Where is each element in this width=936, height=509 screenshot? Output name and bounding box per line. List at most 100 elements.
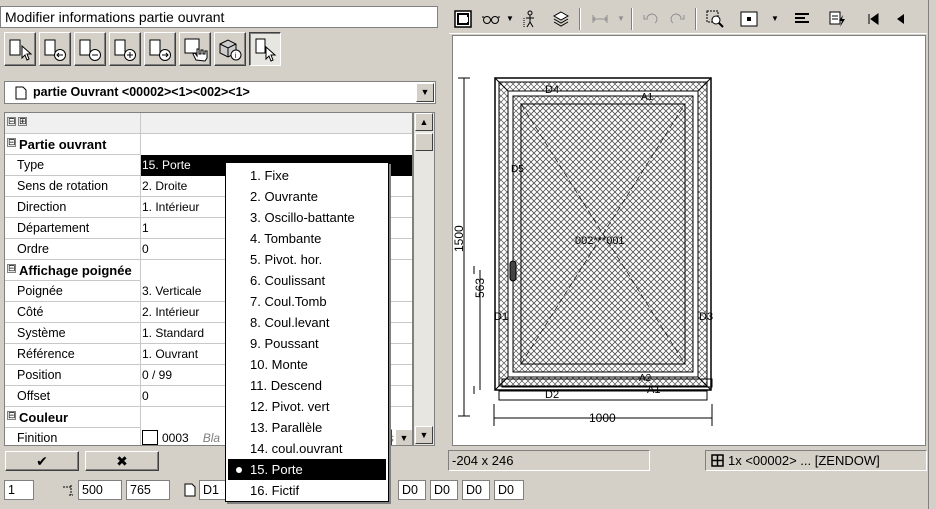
finish-name: Bla [202, 431, 221, 445]
category-name: Partie ouvrant [19, 137, 107, 152]
part-prev-icon[interactable] [39, 32, 71, 66]
dim-y-field[interactable]: 765 [126, 480, 170, 500]
pan-hand-icon[interactable] [179, 32, 211, 66]
code-field[interactable]: D0 [430, 480, 458, 500]
status-dimensions: -204 x 246 [448, 450, 650, 471]
dropdown-option-label: 4. Tombante [250, 231, 322, 246]
code-main-field[interactable]: D1 [199, 480, 227, 500]
check-lightning-icon[interactable] [827, 9, 849, 29]
cancel-button[interactable]: ✖ [85, 451, 159, 471]
window-drawing[interactable]: 1500 563 1000 002***001 D4 D2 D1 D3 A1 D… [452, 36, 925, 445]
part-next-icon[interactable] [144, 32, 176, 66]
part-remove-icon[interactable] [74, 32, 106, 66]
layers-icon[interactable] [550, 9, 572, 29]
zoom-select-icon[interactable] [704, 9, 726, 29]
info-3d-icon[interactable]: i [214, 32, 246, 66]
scroll-down-icon[interactable]: ▼ [415, 426, 433, 444]
part-add-icon[interactable] [109, 32, 141, 66]
dropdown-option[interactable]: 1. Fixe [228, 165, 386, 186]
grid-scrollbar[interactable]: ▲ ▼ [413, 112, 435, 446]
code-field[interactable]: D0 [494, 480, 524, 500]
property-name: Finition [17, 431, 58, 445]
view-mode-icon[interactable] [452, 9, 474, 29]
chevron-down-icon[interactable]: ▼ [395, 429, 412, 445]
redo-icon[interactable] [667, 9, 689, 29]
person-icon[interactable] [519, 9, 541, 29]
glasses-dropdown-icon[interactable]: ▼ [506, 14, 514, 23]
collapse-all-icon[interactable]: ⊟ [7, 117, 16, 126]
scroll-thumb[interactable] [415, 133, 433, 151]
part-pointer-icon[interactable] [249, 32, 281, 66]
handle-height-label: 563 [473, 278, 487, 298]
profile-label: D3 [699, 311, 713, 323]
property-name: Type [17, 158, 45, 172]
collapse-icon[interactable]: ⊟ [7, 411, 16, 420]
expand-all-icon[interactable]: ⊞ [18, 117, 27, 126]
dropdown-option-label: 15. Porte [250, 462, 303, 477]
profile-label: D5 [511, 164, 524, 175]
dropdown-option[interactable]: 16. Fictif [228, 480, 386, 501]
dropdown-option[interactable]: 2. Ouvrante [228, 186, 386, 207]
collapse-icon[interactable]: ⊟ [7, 138, 16, 147]
dropdown-option[interactable]: 14. coul.ouvrant [228, 438, 386, 459]
part-selector-combo[interactable]: partie Ouvrant <00002><1><002><1> ▼ [4, 81, 436, 104]
type-dropdown-list[interactable]: 1. Fixe 2. Ouvrante 3. Oscillo-battante 4. … [225, 162, 389, 502]
center-label: 002***001 [575, 235, 625, 247]
collapse-icon[interactable]: ⊟ [7, 264, 16, 273]
align-icon[interactable] [791, 9, 813, 29]
category-name: Couleur [19, 410, 69, 425]
dropdown-option[interactable]: 4. Tombante [228, 228, 386, 249]
grid-header-row: ⊟ ⊞ [5, 113, 412, 134]
scroll-up-icon[interactable]: ▲ [415, 113, 433, 131]
frame-dropdown-icon[interactable]: ▼ [771, 14, 779, 23]
dropdown-option-label: 14. coul.ouvrant [250, 441, 343, 456]
dropdown-option[interactable]: 13. Parallèle [228, 417, 386, 438]
prev-icon[interactable] [890, 9, 912, 29]
window-edge [928, 0, 936, 509]
profile-label: D2 [545, 389, 559, 401]
property-value [140, 134, 412, 155]
panel-title: Modifier informations partie ouvrant [0, 6, 438, 28]
dropdown-option-label: 11. Descend [250, 378, 323, 393]
dimension-dropdown-icon[interactable]: ▼ [617, 14, 625, 23]
dropdown-option[interactable]: 6. Coulissant [228, 270, 386, 291]
dropdown-option[interactable]: 12. Pivot. vert [228, 396, 386, 417]
dropdown-option-label: 8. Coul.levant [250, 315, 330, 330]
dropdown-option-label: 3. Oscillo-battante [250, 210, 355, 225]
part-doc-icon [15, 86, 27, 100]
property-name: Ordre [17, 242, 49, 256]
chevron-down-icon[interactable]: ▼ [416, 83, 434, 102]
part-code-icon [184, 483, 196, 497]
undo-icon[interactable] [639, 9, 661, 29]
drawing-canvas[interactable]: 1500 563 1000 002***001 D4 D2 D1 D3 A1 D… [452, 35, 926, 446]
frame-icon[interactable] [738, 9, 760, 29]
glasses-icon[interactable] [480, 9, 502, 29]
dropdown-option-label: 1. Fixe [250, 168, 290, 183]
dropdown-option[interactable]: 3. Oscillo-battante [228, 207, 386, 228]
dropdown-option[interactable]: 11. Descend [228, 375, 386, 396]
property-name: Offset [17, 389, 51, 403]
category-name: Affichage poignée [19, 263, 132, 278]
code-field[interactable]: D0 [462, 480, 490, 500]
category-row[interactable]: ⊟ Partie ouvrant [5, 134, 412, 155]
finish-code: 0003 [162, 431, 189, 445]
property-name: Système [17, 326, 66, 340]
dropdown-option[interactable]: 15. Porte [228, 459, 386, 480]
right-toolbar: ▼ ▼ ▼ [449, 4, 927, 34]
first-icon[interactable] [862, 9, 884, 29]
dim-x-field[interactable]: 500 [78, 480, 122, 500]
ok-button[interactable]: ✔ [5, 451, 79, 471]
bottom-rail [498, 390, 708, 401]
code-field[interactable]: D0 [398, 480, 426, 500]
dimension-tool-icon[interactable] [589, 9, 611, 29]
select-part-icon[interactable] [4, 32, 36, 66]
dropdown-option[interactable]: 5. Pivot. hor. [228, 249, 386, 270]
dropdown-option[interactable]: 9. Poussant [228, 333, 386, 354]
dropdown-option[interactable]: 8. Coul.levant [228, 312, 386, 333]
dropdown-option-label: 9. Poussant [250, 336, 319, 351]
dropdown-option[interactable]: 10. Monte [228, 354, 386, 375]
index-field[interactable]: 1 [4, 480, 34, 500]
handle-mark [509, 260, 517, 282]
grid-select-icon [711, 454, 724, 467]
dropdown-option[interactable]: 7. Coul.Tomb [228, 291, 386, 312]
